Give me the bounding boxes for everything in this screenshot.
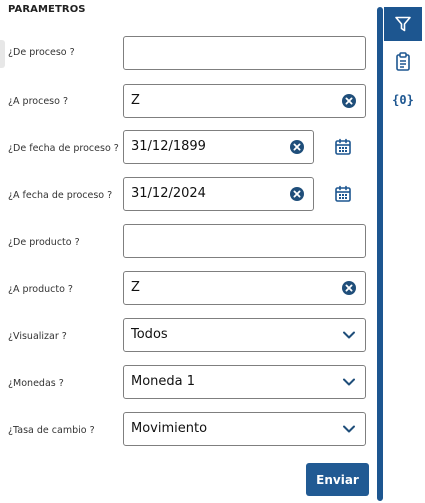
de-proceso-input[interactable]: [123, 36, 366, 70]
clear-icon[interactable]: [290, 187, 304, 201]
enviar-button[interactable]: Enviar: [306, 463, 369, 496]
chevron-down-icon[interactable]: [342, 377, 356, 387]
visualizar-value: Todos: [131, 327, 168, 342]
calendar-icon[interactable]: [334, 138, 352, 156]
de-proceso-label: ¿De proceso ?: [8, 47, 75, 58]
chevron-down-icon[interactable]: [342, 330, 356, 340]
filter-button[interactable]: [384, 7, 422, 41]
de-fecha-proceso-label: ¿De fecha de proceso ?: [8, 143, 119, 154]
filter-icon: [395, 16, 411, 32]
clipboard-icon: [396, 52, 410, 71]
variables-icon: {0}: [392, 93, 414, 107]
a-producto-input[interactable]: Z: [123, 271, 366, 305]
a-proceso-label: ¿A proceso ?: [8, 96, 68, 107]
calendar-icon[interactable]: [334, 185, 352, 203]
de-fecha-proceso-value: 31/12/1899: [131, 139, 206, 154]
clear-icon[interactable]: [342, 94, 356, 108]
tasa-de-cambio-value: Movimiento: [131, 421, 208, 436]
de-producto-input[interactable]: [123, 224, 366, 258]
de-producto-label: ¿De producto ?: [8, 237, 80, 248]
a-proceso-value: Z: [131, 93, 140, 108]
chevron-down-icon[interactable]: [342, 424, 356, 434]
a-producto-value: Z: [131, 280, 140, 295]
monedas-select[interactable]: Moneda 1: [123, 365, 366, 399]
a-proceso-input[interactable]: Z: [123, 84, 366, 118]
monedas-value: Moneda 1: [131, 374, 196, 389]
clear-icon[interactable]: [342, 281, 356, 295]
a-fecha-proceso-label: ¿A fecha de proceso ?: [8, 190, 113, 201]
tasa-de-cambio-select[interactable]: Movimiento: [123, 412, 366, 446]
a-fecha-proceso-input[interactable]: 31/12/2024: [123, 177, 314, 211]
visualizar-select[interactable]: Todos: [123, 318, 366, 352]
a-producto-label: ¿A producto ?: [8, 284, 73, 295]
monedas-label: ¿Monedas ?: [8, 378, 64, 389]
visualizar-label: ¿Visualizar ?: [8, 331, 67, 342]
de-fecha-proceso-input[interactable]: 31/12/1899: [123, 130, 314, 164]
side-toolbar-rail: [377, 7, 383, 501]
variables-button[interactable]: {0}: [384, 83, 422, 117]
a-fecha-proceso-value: 31/12/2024: [131, 186, 206, 201]
panel-collapse-handle[interactable]: [0, 40, 5, 68]
panel-title: PARAMETROS: [8, 4, 86, 15]
tasa-de-cambio-label: ¿Tasa de cambio ?: [8, 425, 95, 436]
clipboard-button[interactable]: [384, 45, 422, 79]
clear-icon[interactable]: [290, 140, 304, 154]
